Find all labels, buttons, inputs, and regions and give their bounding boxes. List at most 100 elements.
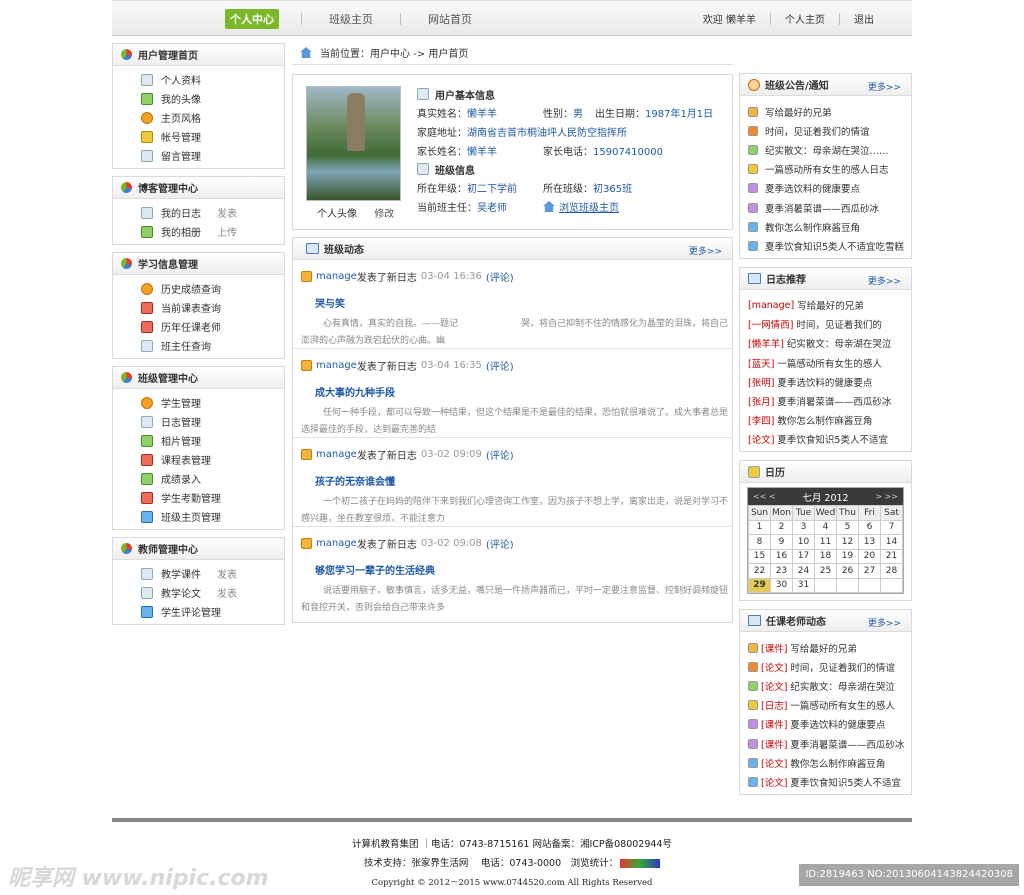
calendar-day[interactable]: 28 xyxy=(880,563,903,579)
comment-link[interactable]: (评论) xyxy=(486,358,514,373)
sidebar-item[interactable]: 教学论文 发表 xyxy=(141,583,284,602)
calendar-day[interactable]: 21 xyxy=(880,548,903,564)
sidebar-item[interactable]: 主页风格 xyxy=(141,108,284,127)
blog-item[interactable]: [张月] 夏季消暑菜谱——西瓜砂冰 xyxy=(748,391,911,410)
sidebar-item[interactable]: 学生考勤管理 xyxy=(141,488,284,507)
teacher-news-item[interactable]: [日志] 一篇感动所有女生的感人 xyxy=(748,696,911,715)
calendar-day[interactable]: 18 xyxy=(814,548,837,564)
sidebar-item[interactable]: 历史成绩查询 xyxy=(141,279,284,298)
tab-personal-center[interactable]: 个人中心 xyxy=(225,9,279,29)
calendar-day[interactable]: 15 xyxy=(748,548,771,564)
news-title[interactable]: 够您学习一辈子的生活经典 xyxy=(315,562,732,577)
teacher-news-item[interactable]: [课件] 夏季选饮料的健康要点 xyxy=(748,715,911,734)
calendar-day[interactable]: 5 xyxy=(836,519,859,535)
tab-site-home[interactable]: 网站首页 xyxy=(423,9,477,29)
calendar-day[interactable]: 24 xyxy=(792,563,815,579)
sidebar-item[interactable]: 我的日志 发表 xyxy=(141,203,284,222)
calendar-day[interactable]: 13 xyxy=(858,534,881,550)
avatar[interactable] xyxy=(306,86,401,201)
calendar-day[interactable]: 19 xyxy=(836,548,859,564)
calendar-day[interactable]: 20 xyxy=(858,548,881,564)
blog-item[interactable]: [论文] 夏季饮食知识5类人不适宜 xyxy=(748,430,911,449)
sidebar-item-action[interactable]: 发表 xyxy=(217,205,237,220)
sidebar-item[interactable]: 相片管理 xyxy=(141,431,284,450)
prev-month-button[interactable]: << < xyxy=(753,492,776,501)
calendar-day[interactable]: 27 xyxy=(858,563,881,579)
calendar-day[interactable]: 10 xyxy=(792,534,815,550)
comment-link[interactable]: (评论) xyxy=(486,447,514,462)
calendar-day[interactable]: 3 xyxy=(792,519,815,535)
notice-item[interactable]: 时间，见证着我们的情谊 xyxy=(748,121,911,140)
blog-item[interactable]: [一网情西] 时间，见证着我们的 xyxy=(748,315,911,334)
teacher-news-item[interactable]: [论文] 教你怎么制作麻酱豆角 xyxy=(748,753,911,772)
calendar-day[interactable]: 16 xyxy=(770,548,793,564)
sidebar-item[interactable]: 班主任查询 xyxy=(141,336,284,355)
notice-item[interactable]: 夏季消暑菜谱——西瓜砂冰 xyxy=(748,198,911,217)
calendar-day[interactable]: 6 xyxy=(858,519,881,535)
sidebar-item[interactable]: 我的头像 xyxy=(141,89,284,108)
logout-link[interactable]: 退出 xyxy=(854,11,874,26)
calendar-day[interactable]: 17 xyxy=(792,548,815,564)
calendar-day[interactable]: 30 xyxy=(770,577,793,593)
sidebar-item[interactable]: 教学课件 发表 xyxy=(141,564,284,583)
comment-link[interactable]: (评论) xyxy=(486,269,514,284)
sidebar-item-action[interactable]: 发表 xyxy=(217,566,237,581)
calendar-day[interactable]: 14 xyxy=(880,534,903,550)
calendar-day[interactable]: 8 xyxy=(748,534,771,550)
news-title[interactable]: 哭与笑 xyxy=(315,295,732,310)
calendar-day[interactable]: 9 xyxy=(770,534,793,550)
calendar-day[interactable]: 4 xyxy=(814,519,837,535)
author-link[interactable]: manage xyxy=(316,538,357,549)
news-title[interactable]: 孩子的无奈谁会懂 xyxy=(315,473,732,488)
more-link[interactable]: 更多>> xyxy=(868,80,901,93)
author-link[interactable]: manage xyxy=(316,360,357,371)
sidebar-item[interactable]: 班级主页管理 xyxy=(141,507,284,526)
notice-item[interactable]: 纪实散文：母亲湖在哭泣…… xyxy=(748,140,911,159)
browse-class-home-link[interactable]: 浏览班级主页 xyxy=(543,199,619,214)
calendar-day[interactable]: 29 xyxy=(748,577,771,593)
notice-item[interactable]: 写给最好的兄弟 xyxy=(748,102,911,121)
calendar-day[interactable]: 1 xyxy=(748,519,771,535)
blog-item[interactable]: [李四] 教你怎么制作麻酱豆角 xyxy=(748,411,911,430)
personal-home-link[interactable]: 个人主页 xyxy=(785,11,825,26)
comment-link[interactable]: (评论) xyxy=(486,536,514,551)
teacher-news-item[interactable]: [课件] 写给最好的兄弟 xyxy=(748,638,911,657)
sidebar-item[interactable]: 帐号管理 xyxy=(141,127,284,146)
more-link[interactable]: 更多>> xyxy=(868,616,901,629)
sidebar-item[interactable]: 留言管理 xyxy=(141,146,284,165)
calendar-day[interactable]: 25 xyxy=(814,563,837,579)
sidebar-item-action[interactable]: 上传 xyxy=(217,224,237,239)
calendar-day[interactable]: 11 xyxy=(814,534,837,550)
calendar-day[interactable]: 12 xyxy=(836,534,859,550)
notice-item[interactable]: 教你怎么制作麻酱豆角 xyxy=(748,217,911,236)
notice-item[interactable]: 一篇感动所有女生的感人日志 xyxy=(748,160,911,179)
calendar-day[interactable]: 7 xyxy=(880,519,903,535)
calendar-day[interactable]: 23 xyxy=(770,563,793,579)
news-title[interactable]: 成大事的九种手段 xyxy=(315,384,732,399)
teacher-news-item[interactable]: [论文] 纪实散文：母亲湖在哭泣 xyxy=(748,676,911,695)
calendar-day[interactable]: 31 xyxy=(792,577,815,593)
sidebar-item[interactable]: 学生管理 xyxy=(141,393,284,412)
sidebar-item[interactable]: 我的相册 上传 xyxy=(141,222,284,241)
calendar-day[interactable]: 2 xyxy=(770,519,793,535)
blog-item[interactable]: [张明] 夏季选饮料的健康要点 xyxy=(748,372,911,391)
blog-item[interactable]: [manage] 写给最好的兄弟 xyxy=(748,296,911,315)
sidebar-item[interactable]: 历年任课老师 xyxy=(141,317,284,336)
teacher-news-item[interactable]: [论文] 夏季饮食知识5类人不适宜 xyxy=(748,772,911,791)
sidebar-item[interactable]: 学生评论管理 xyxy=(141,602,284,621)
more-link[interactable]: 更多>> xyxy=(689,244,722,257)
tab-class-home[interactable]: 班级主页 xyxy=(324,9,378,29)
teacher-news-item[interactable]: [课件] 夏季消暑菜谱——西瓜砂冰 xyxy=(748,734,911,753)
edit-avatar-link[interactable]: 修改 xyxy=(374,209,394,220)
sidebar-item[interactable]: 个人资料 xyxy=(141,70,284,89)
notice-item[interactable]: 夏季选饮料的健康要点 xyxy=(748,179,911,198)
blog-item[interactable]: [懒羊羊] 纪实散文：母亲湖在哭泣 xyxy=(748,334,911,353)
notice-item[interactable]: 夏季饮食知识5类人不适宜吃雪糕 xyxy=(748,236,911,255)
calendar-day[interactable]: 22 xyxy=(748,563,771,579)
calendar-day[interactable]: 26 xyxy=(836,563,859,579)
sidebar-item[interactable]: 当前课表查询 xyxy=(141,298,284,317)
author-link[interactable]: manage xyxy=(316,271,357,282)
teacher-news-item[interactable]: [论文] 时间，见证着我们的情谊 xyxy=(748,657,911,676)
author-link[interactable]: manage xyxy=(316,449,357,460)
next-month-button[interactable]: > >> xyxy=(875,492,898,501)
